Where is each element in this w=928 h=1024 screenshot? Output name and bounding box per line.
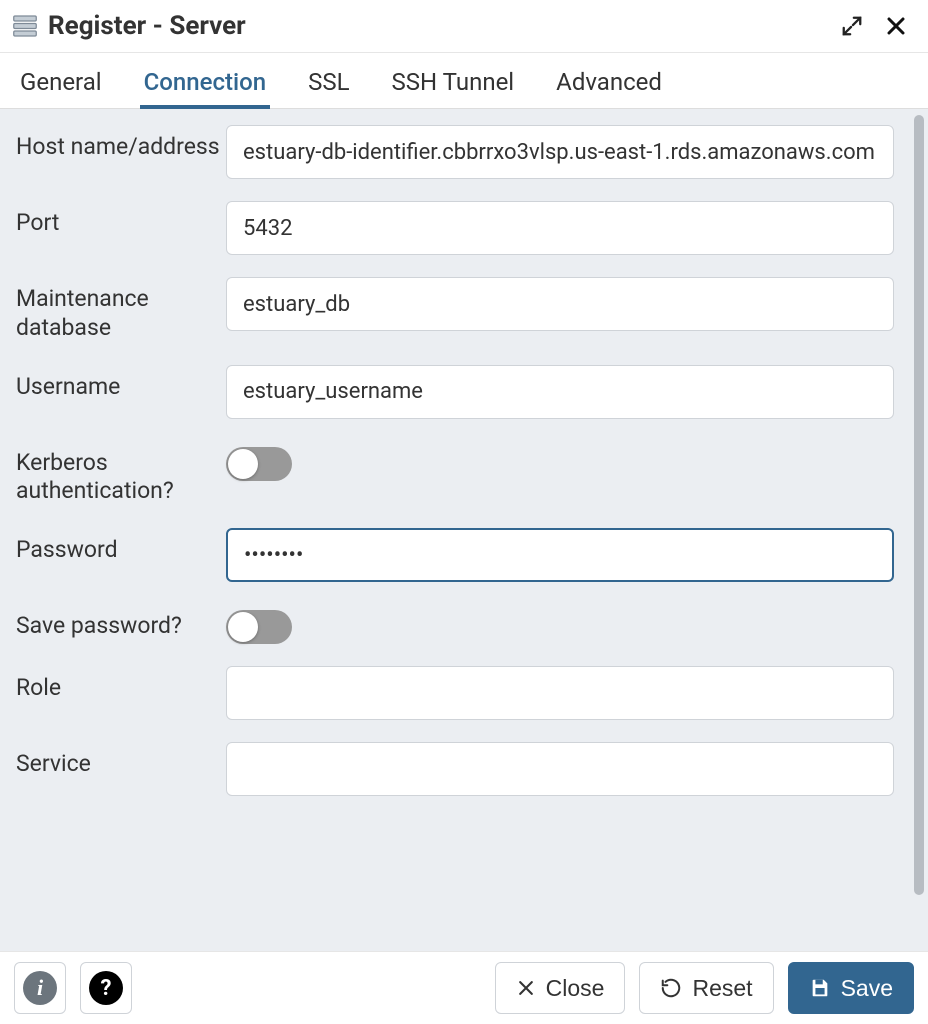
close-icon[interactable] xyxy=(880,10,912,42)
close-button[interactable]: Close xyxy=(495,962,626,1014)
save-password-label: Save password? xyxy=(16,600,226,641)
info-button[interactable]: i xyxy=(14,962,66,1014)
footer: i ? Close Reset Save xyxy=(0,951,928,1024)
save-button[interactable]: Save xyxy=(788,962,914,1014)
tab-ssl[interactable]: SSL xyxy=(304,54,353,108)
x-icon xyxy=(516,978,536,998)
reset-button-label: Reset xyxy=(692,975,752,1002)
help-button[interactable]: ? xyxy=(80,962,132,1014)
save-button-label: Save xyxy=(841,975,893,1002)
scrollbar[interactable] xyxy=(910,109,928,951)
port-label: Port xyxy=(16,197,226,238)
titlebar: Register - Server xyxy=(0,0,928,53)
kerberos-label: Kerberos authentication? xyxy=(16,437,226,507)
tab-advanced[interactable]: Advanced xyxy=(552,54,666,108)
username-input[interactable] xyxy=(226,365,894,419)
expand-icon[interactable] xyxy=(836,10,868,42)
kerberos-toggle[interactable] xyxy=(226,447,292,481)
host-label: Host name/address xyxy=(16,121,226,162)
window-title: Register - Server xyxy=(48,11,246,41)
port-input[interactable] xyxy=(226,201,894,255)
save-password-toggle[interactable] xyxy=(226,610,292,644)
tab-ssh-tunnel[interactable]: SSH Tunnel xyxy=(388,54,519,108)
info-icon: i xyxy=(23,971,57,1005)
password-input[interactable] xyxy=(226,528,894,582)
username-label: Username xyxy=(16,361,226,402)
reset-button[interactable]: Reset xyxy=(639,962,773,1014)
save-icon xyxy=(809,977,831,999)
tab-general[interactable]: General xyxy=(16,54,106,108)
service-label: Service xyxy=(16,738,226,779)
role-label: Role xyxy=(16,662,226,703)
tab-connection[interactable]: Connection xyxy=(140,54,270,108)
scrollbar-thumb[interactable] xyxy=(914,115,924,895)
help-icon: ? xyxy=(89,971,123,1005)
service-input[interactable] xyxy=(226,742,894,796)
password-label: Password xyxy=(16,524,226,565)
host-input[interactable] xyxy=(226,125,894,179)
tab-bar: General Connection SSL SSH Tunnel Advanc… xyxy=(0,53,928,109)
form-area: Host name/address Port Maintenance datab… xyxy=(0,109,928,951)
reset-icon xyxy=(660,977,682,999)
server-icon xyxy=(10,11,40,41)
role-input[interactable] xyxy=(226,666,894,720)
maintenance-db-input[interactable] xyxy=(226,277,894,331)
close-button-label: Close xyxy=(546,975,605,1002)
maintenance-db-label: Maintenance database xyxy=(16,273,226,343)
